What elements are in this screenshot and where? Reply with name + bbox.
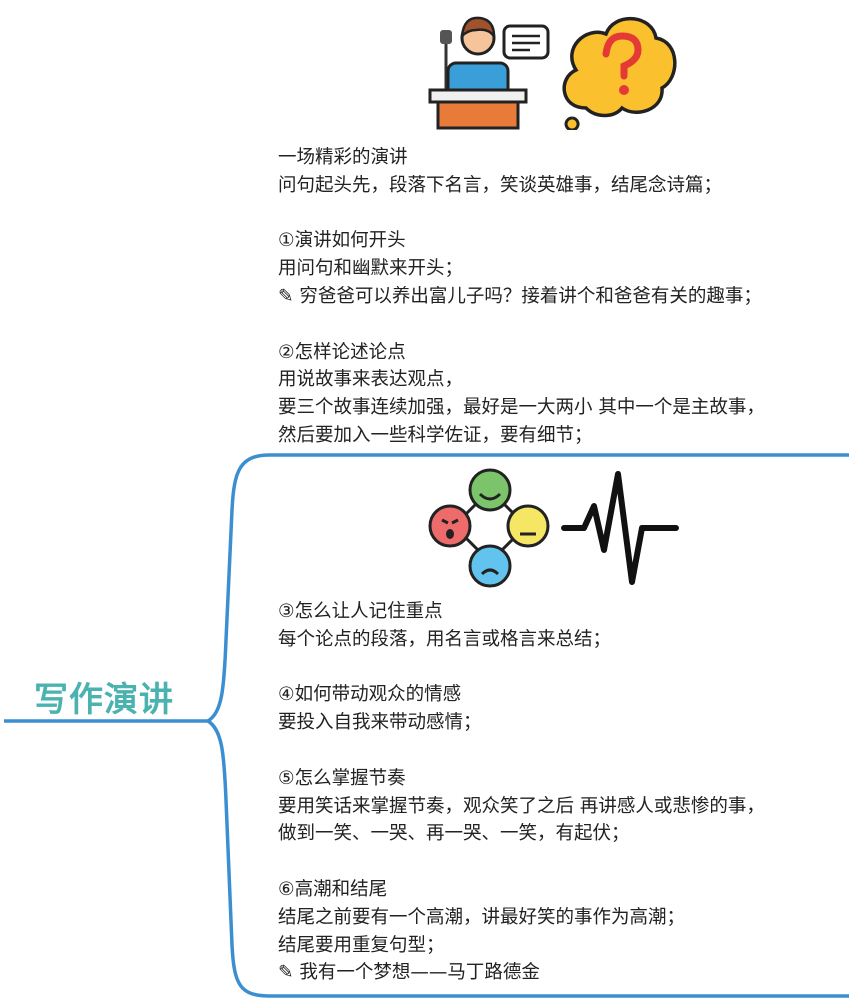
speaker-at-podium-icon: [428, 8, 550, 130]
note-line: 要用笑话来掌握节奏，观众笑了之后 再讲感人或悲惨的事，: [278, 795, 765, 817]
note-example: ✎ 穷爸爸可以养出富儿子吗？接着讲个和爸爸有关的趣事；: [278, 285, 762, 307]
note-line: 要投入自我来带动感情；: [278, 712, 482, 734]
heartbeat-icon: [561, 471, 679, 585]
note-line: 结尾之前要有一个高潮，讲最好笑的事作为高潮；: [278, 906, 686, 928]
emotion-faces-icon: [428, 468, 550, 588]
upper-branch-notes: 一场精彩的演讲 问句起头先，段落下名言，笑谈英雄事，结尾念诗篇； ①演讲如何开头…: [278, 144, 765, 450]
note-line: 每个论点的段落，用名言或格言来总结；: [278, 628, 612, 650]
note-heading: ④如何带动观众的情感: [278, 684, 462, 706]
note-heading: ②怎样论述论点: [278, 341, 406, 363]
note-section-ending: ⑥高潮和结尾 结尾之前要有一个高潮，讲最好笑的事作为高潮； 结尾要用重复句型； …: [278, 876, 765, 987]
note-section-emotion: ④如何带动观众的情感 要投入自我来带动感情；: [278, 681, 765, 737]
note-section-opening: ①演讲如何开头 用问句和幽默来开头； ✎ 穷爸爸可以养出富儿子吗？接着讲个和爸爸…: [278, 227, 765, 310]
note-heading: ⑤怎么掌握节奏: [278, 767, 406, 789]
note-heading: ③怎么让人记住重点: [278, 601, 443, 622]
question-cloud-icon: [562, 17, 677, 130]
note-section-rhythm: ⑤怎么掌握节奏 要用笑话来掌握节奏，观众笑了之后 再讲感人或悲惨的事， 做到一笑…: [278, 765, 765, 848]
note-section-argument: ②怎样论述论点 用说故事来表达观点， 要三个故事连续加强，最好是一大两小 其中一…: [278, 339, 765, 450]
central-topic[interactable]: 写作演讲: [34, 672, 174, 721]
note-section-key-points: ③怎么让人记住重点 每个论点的段落，用名言或格言来总结；: [278, 598, 765, 654]
note-line: 要三个故事连续加强，最好是一大两小 其中一个是主故事，: [278, 397, 765, 419]
note-line: 用问句和幽默来开头；: [278, 258, 464, 280]
note-heading: ⑥高潮和结尾: [278, 878, 388, 900]
note-line: 用说故事来表达观点，: [278, 369, 464, 391]
note-section-intro: 一场精彩的演讲 问句起头先，段落下名言，笑谈英雄事，结尾念诗篇；: [278, 144, 765, 200]
note-line: 然后要加入一些科学佐证，要有细节；: [278, 424, 593, 446]
note-example: ✎ 我有一个梦想——马丁路德金: [278, 962, 540, 984]
note-line: 结尾要用重复句型；: [278, 934, 445, 956]
note-heading: 一场精彩的演讲: [278, 147, 408, 168]
note-heading: ①演讲如何开头: [278, 230, 406, 252]
note-line: 做到一笑、一哭、再一哭、一笑，有起伏；: [278, 823, 630, 845]
note-line: 问句起头先，段落下名言，笑谈英雄事，结尾念诗篇；: [278, 174, 723, 196]
lower-branch-notes: ③怎么让人记住重点 每个论点的段落，用名言或格言来总结； ④如何带动观众的情感 …: [278, 598, 765, 987]
